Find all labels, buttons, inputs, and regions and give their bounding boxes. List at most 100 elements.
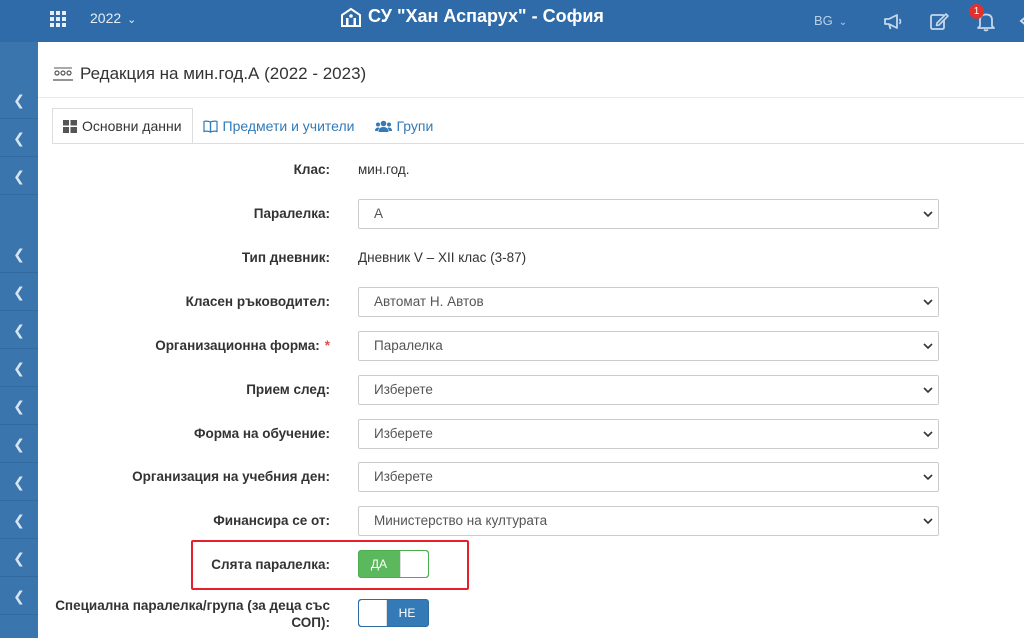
- class-teacher-select[interactable]: Автомат Н. Автов: [358, 287, 939, 317]
- chevron-left-icon: ❮: [13, 168, 25, 184]
- class-label: Клас:: [293, 162, 330, 177]
- special-class-toggle[interactable]: НЕ: [358, 599, 429, 627]
- form-row-org-form: Организационна форма: * Паралелка: [38, 331, 1024, 361]
- form-row-merged-class: Слята паралелка: ДА: [38, 550, 1024, 580]
- page-title-text: Редакция на мин.год.А (2022 - 2023): [80, 64, 367, 83]
- sidebar-expand-4[interactable]: ❮: [0, 235, 38, 273]
- diary-type-label: Тип дневник:: [241, 250, 330, 265]
- chevron-left-icon: ❮: [13, 246, 25, 262]
- notification-badge: 1: [969, 4, 984, 19]
- school-title: СУ "Хан Аспарух" - София: [340, 6, 604, 27]
- tab-label: Групи: [396, 118, 434, 134]
- chevron-left-icon: ❮: [13, 550, 25, 566]
- sidebar-expand-8[interactable]: ❮: [0, 387, 38, 425]
- sidebar-expand-2[interactable]: ❮: [0, 119, 38, 157]
- required-marker: *: [324, 338, 330, 353]
- chevron-down-icon: [923, 343, 933, 350]
- chevron-down-icon: ⌄: [127, 14, 137, 26]
- school-day-org-label: Организация на учебния ден:: [132, 469, 330, 484]
- chevron-left-icon: ❮: [13, 588, 25, 604]
- org-form-label-text: Организационна форма:: [155, 338, 320, 353]
- class-teacher-select-value: Автомат Н. Автов: [374, 294, 484, 309]
- sidebar-expand-6[interactable]: ❮: [0, 311, 38, 349]
- chevron-left-icon[interactable]: [1012, 10, 1024, 32]
- top-navbar: 2022 ⌄ СУ "Хан Аспарух" - София BG ⌄ 1: [0, 0, 1024, 42]
- merged-class-toggle[interactable]: ДА: [358, 550, 429, 578]
- book-icon: [202, 120, 218, 133]
- chevron-left-icon: ❮: [13, 92, 25, 108]
- title-divider: [38, 97, 1024, 98]
- school-day-org-select[interactable]: Изберете: [358, 462, 939, 492]
- edit-icon[interactable]: [928, 10, 950, 32]
- table-icon: [63, 119, 77, 133]
- tab-label: Основни данни: [82, 118, 182, 134]
- chevron-down-icon: ⌄: [838, 17, 848, 28]
- group-icon: [53, 67, 73, 81]
- admission-after-label: Прием след:: [246, 382, 330, 397]
- megaphone-icon[interactable]: [882, 10, 904, 32]
- chevron-down-icon: [923, 299, 933, 306]
- form-row-class: Клас: мин.год.: [38, 155, 1024, 185]
- tab-basic-data[interactable]: Основни данни: [52, 108, 193, 144]
- class-teacher-label: Класен ръководител:: [185, 294, 330, 309]
- apps-grid-icon[interactable]: [50, 11, 66, 27]
- chevron-left-icon: ❮: [13, 398, 25, 414]
- funded-by-select[interactable]: Министерство на културата: [358, 506, 939, 536]
- sidebar-expand-12[interactable]: ❮: [0, 539, 38, 577]
- chevron-down-icon: [923, 431, 933, 438]
- form-row-study-form: Форма на обучение: Изберете: [38, 419, 1024, 449]
- form-row-school-day-org: Организация на учебния ден: Изберете: [38, 462, 1024, 492]
- study-form-label: Форма на обучение:: [193, 426, 330, 441]
- special-class-label: Специална паралелка/група (за деца със С…: [55, 598, 330, 630]
- tabs-underline: [52, 143, 1024, 144]
- toggle-knob: [359, 600, 387, 626]
- sidebar-expand-9[interactable]: ❮: [0, 425, 38, 463]
- tab-bar: Основни данни Предмети и учители Групи: [52, 108, 443, 144]
- admission-after-select[interactable]: Изберете: [358, 375, 939, 405]
- tab-subjects-teachers[interactable]: Предмети и учители: [193, 108, 365, 144]
- school-day-org-select-value: Изберете: [374, 469, 433, 484]
- special-class-toggle-label: НЕ: [398, 606, 416, 620]
- study-form-select[interactable]: Изберете: [358, 419, 939, 449]
- sidebar-expand-3[interactable]: ❮: [0, 157, 38, 195]
- sidebar-expand-1[interactable]: ❮: [0, 81, 38, 119]
- parallel-label: Паралелка:: [253, 206, 330, 221]
- diary-type-value: Дневник V – XII клас (3-87): [358, 250, 527, 265]
- chevron-down-icon: [923, 387, 933, 394]
- chevron-left-icon: ❮: [13, 436, 25, 452]
- chevron-left-icon: ❮: [13, 474, 25, 490]
- org-form-label: Организационна форма: *: [155, 331, 330, 361]
- year-label: 2022: [90, 10, 122, 26]
- form-row-parallel: Паралелка: А: [38, 199, 1024, 229]
- year-selector[interactable]: 2022 ⌄: [90, 10, 136, 26]
- language-selector[interactable]: BG ⌄: [814, 13, 847, 28]
- sidebar-expand-10[interactable]: ❮: [0, 463, 38, 501]
- admission-after-select-value: Изберете: [374, 382, 433, 397]
- chevron-left-icon: ❮: [13, 284, 25, 300]
- org-form-select[interactable]: Паралелка: [358, 331, 939, 361]
- funded-by-select-value: Министерство на културата: [374, 513, 548, 528]
- users-icon: [374, 120, 392, 132]
- sidebar-expand-5[interactable]: ❮: [0, 273, 38, 311]
- toggle-knob: [400, 551, 428, 577]
- chevron-down-icon: [923, 474, 933, 481]
- sidebar-expand-13[interactable]: ❮: [0, 577, 38, 615]
- study-form-select-value: Изберете: [374, 426, 433, 441]
- parallel-select[interactable]: А: [358, 199, 939, 229]
- school-name: СУ "Хан Аспарух" - София: [368, 6, 604, 26]
- tab-groups[interactable]: Групи: [365, 108, 444, 144]
- merged-class-toggle-label: ДА: [370, 557, 388, 571]
- form-row-special-class: Специална паралелка/група (за деца със С…: [38, 598, 1024, 630]
- left-sidebar: ❮ ❮ ❮ ❮ ❮ ❮ ❮ ❮ ❮ ❮ ❮ ❮ ❮: [0, 42, 38, 638]
- sidebar-expand-7[interactable]: ❮: [0, 349, 38, 387]
- merged-class-label: Слята паралелка:: [211, 557, 330, 572]
- form-row-class-teacher: Класен ръководител: Автомат Н. Автов: [38, 287, 1024, 317]
- form-row-funded-by: Финансира се от: Министерство на култура…: [38, 506, 1024, 536]
- sidebar-expand-11[interactable]: ❮: [0, 501, 38, 539]
- form-row-diary-type: Тип дневник: Дневник V – XII клас (3-87): [38, 243, 1024, 273]
- chevron-left-icon: ❮: [13, 360, 25, 376]
- language-label: BG: [814, 13, 833, 28]
- funded-by-label: Финансира се от:: [213, 513, 330, 528]
- chevron-left-icon: ❮: [13, 130, 25, 146]
- class-value: мин.год.: [358, 162, 410, 177]
